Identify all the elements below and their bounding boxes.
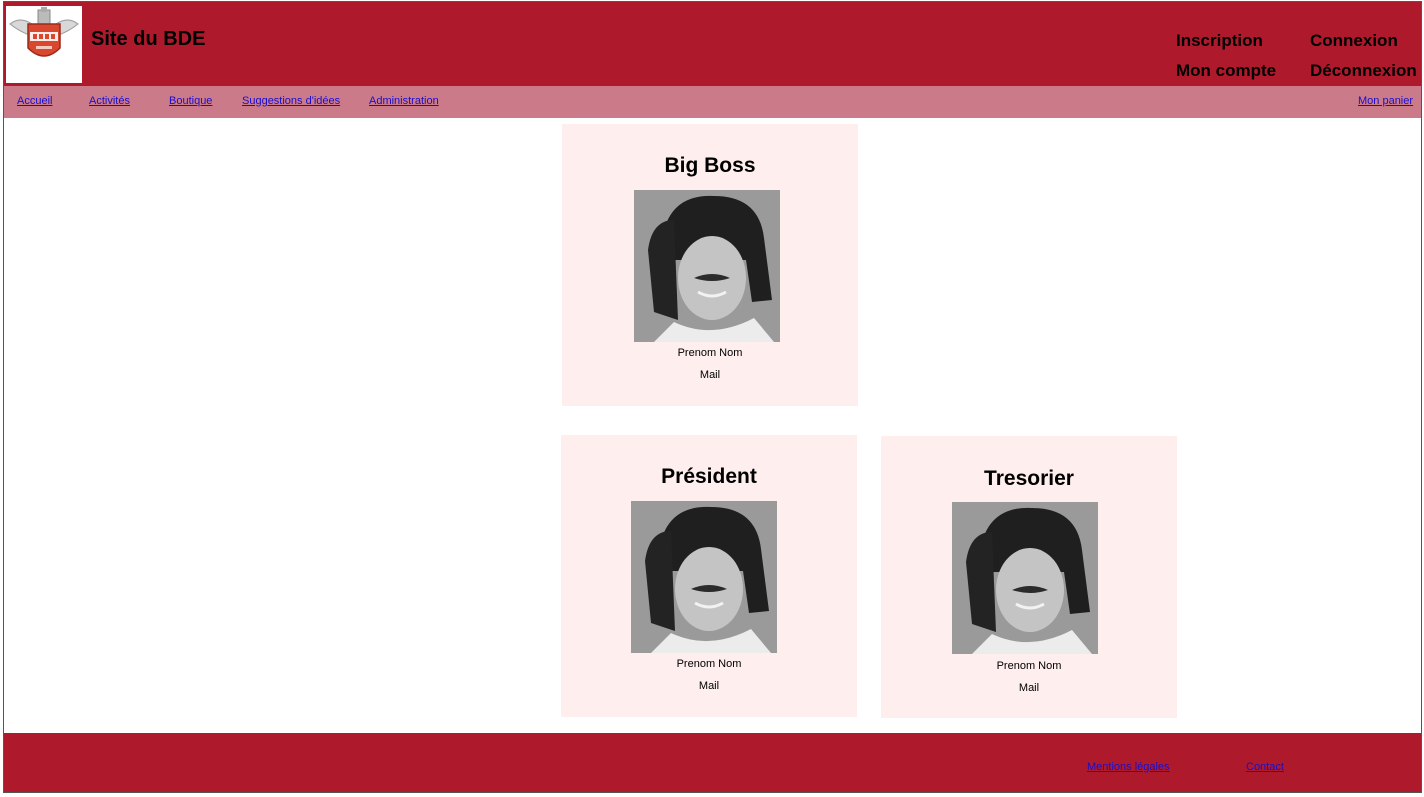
card-name: Prenom Nom (996, 660, 1062, 672)
card-role: Big Boss (664, 154, 756, 177)
logo[interactable] (6, 6, 82, 83)
exia-logo-icon (9, 7, 79, 57)
nav-item-activites[interactable]: Activités (89, 95, 130, 107)
card-mail: Mail (699, 369, 721, 381)
member-photo (631, 501, 777, 653)
nav-item-boutique[interactable]: Boutique (169, 95, 212, 107)
member-photo (634, 190, 780, 342)
nav-item-accueil[interactable]: Accueil (17, 95, 52, 107)
site-title: Site du BDE (91, 28, 206, 50)
nav-bar: Accueil Activités Boutique Suggestions d… (4, 86, 1421, 118)
deconnexion-link[interactable]: Déconnexion (1310, 61, 1417, 81)
nav-item-mon-panier[interactable]: Mon panier (1358, 95, 1413, 107)
member-card: Président Prenom Nom Mail (561, 435, 857, 717)
card-mail: Mail (1018, 682, 1040, 694)
card-role: Président (661, 465, 757, 488)
site-header: Site du BDE Inscription Connexion Mon co… (4, 2, 1421, 86)
connexion-link[interactable]: Connexion (1310, 31, 1398, 51)
member-card: Big Boss Prenom Nom Mail (562, 124, 858, 406)
site-footer: Mentions légales Contact (4, 733, 1421, 792)
member-photo (952, 502, 1098, 654)
card-role: Tresorier (984, 467, 1074, 490)
nav-item-administration[interactable]: Administration (369, 95, 439, 107)
card-name: Prenom Nom (677, 347, 743, 359)
mon-compte-link[interactable]: Mon compte (1176, 61, 1276, 81)
card-mail: Mail (698, 680, 720, 692)
contact-link[interactable]: Contact (1246, 761, 1284, 773)
page-frame: Site du BDE Inscription Connexion Mon co… (3, 1, 1422, 793)
mentions-legales-link[interactable]: Mentions légales (1087, 761, 1170, 773)
nav-item-suggestions[interactable]: Suggestions d'idées (242, 95, 340, 107)
member-card: Tresorier Prenom Nom Mail (881, 436, 1177, 718)
card-name: Prenom Nom (676, 658, 742, 670)
inscription-link[interactable]: Inscription (1176, 31, 1263, 51)
